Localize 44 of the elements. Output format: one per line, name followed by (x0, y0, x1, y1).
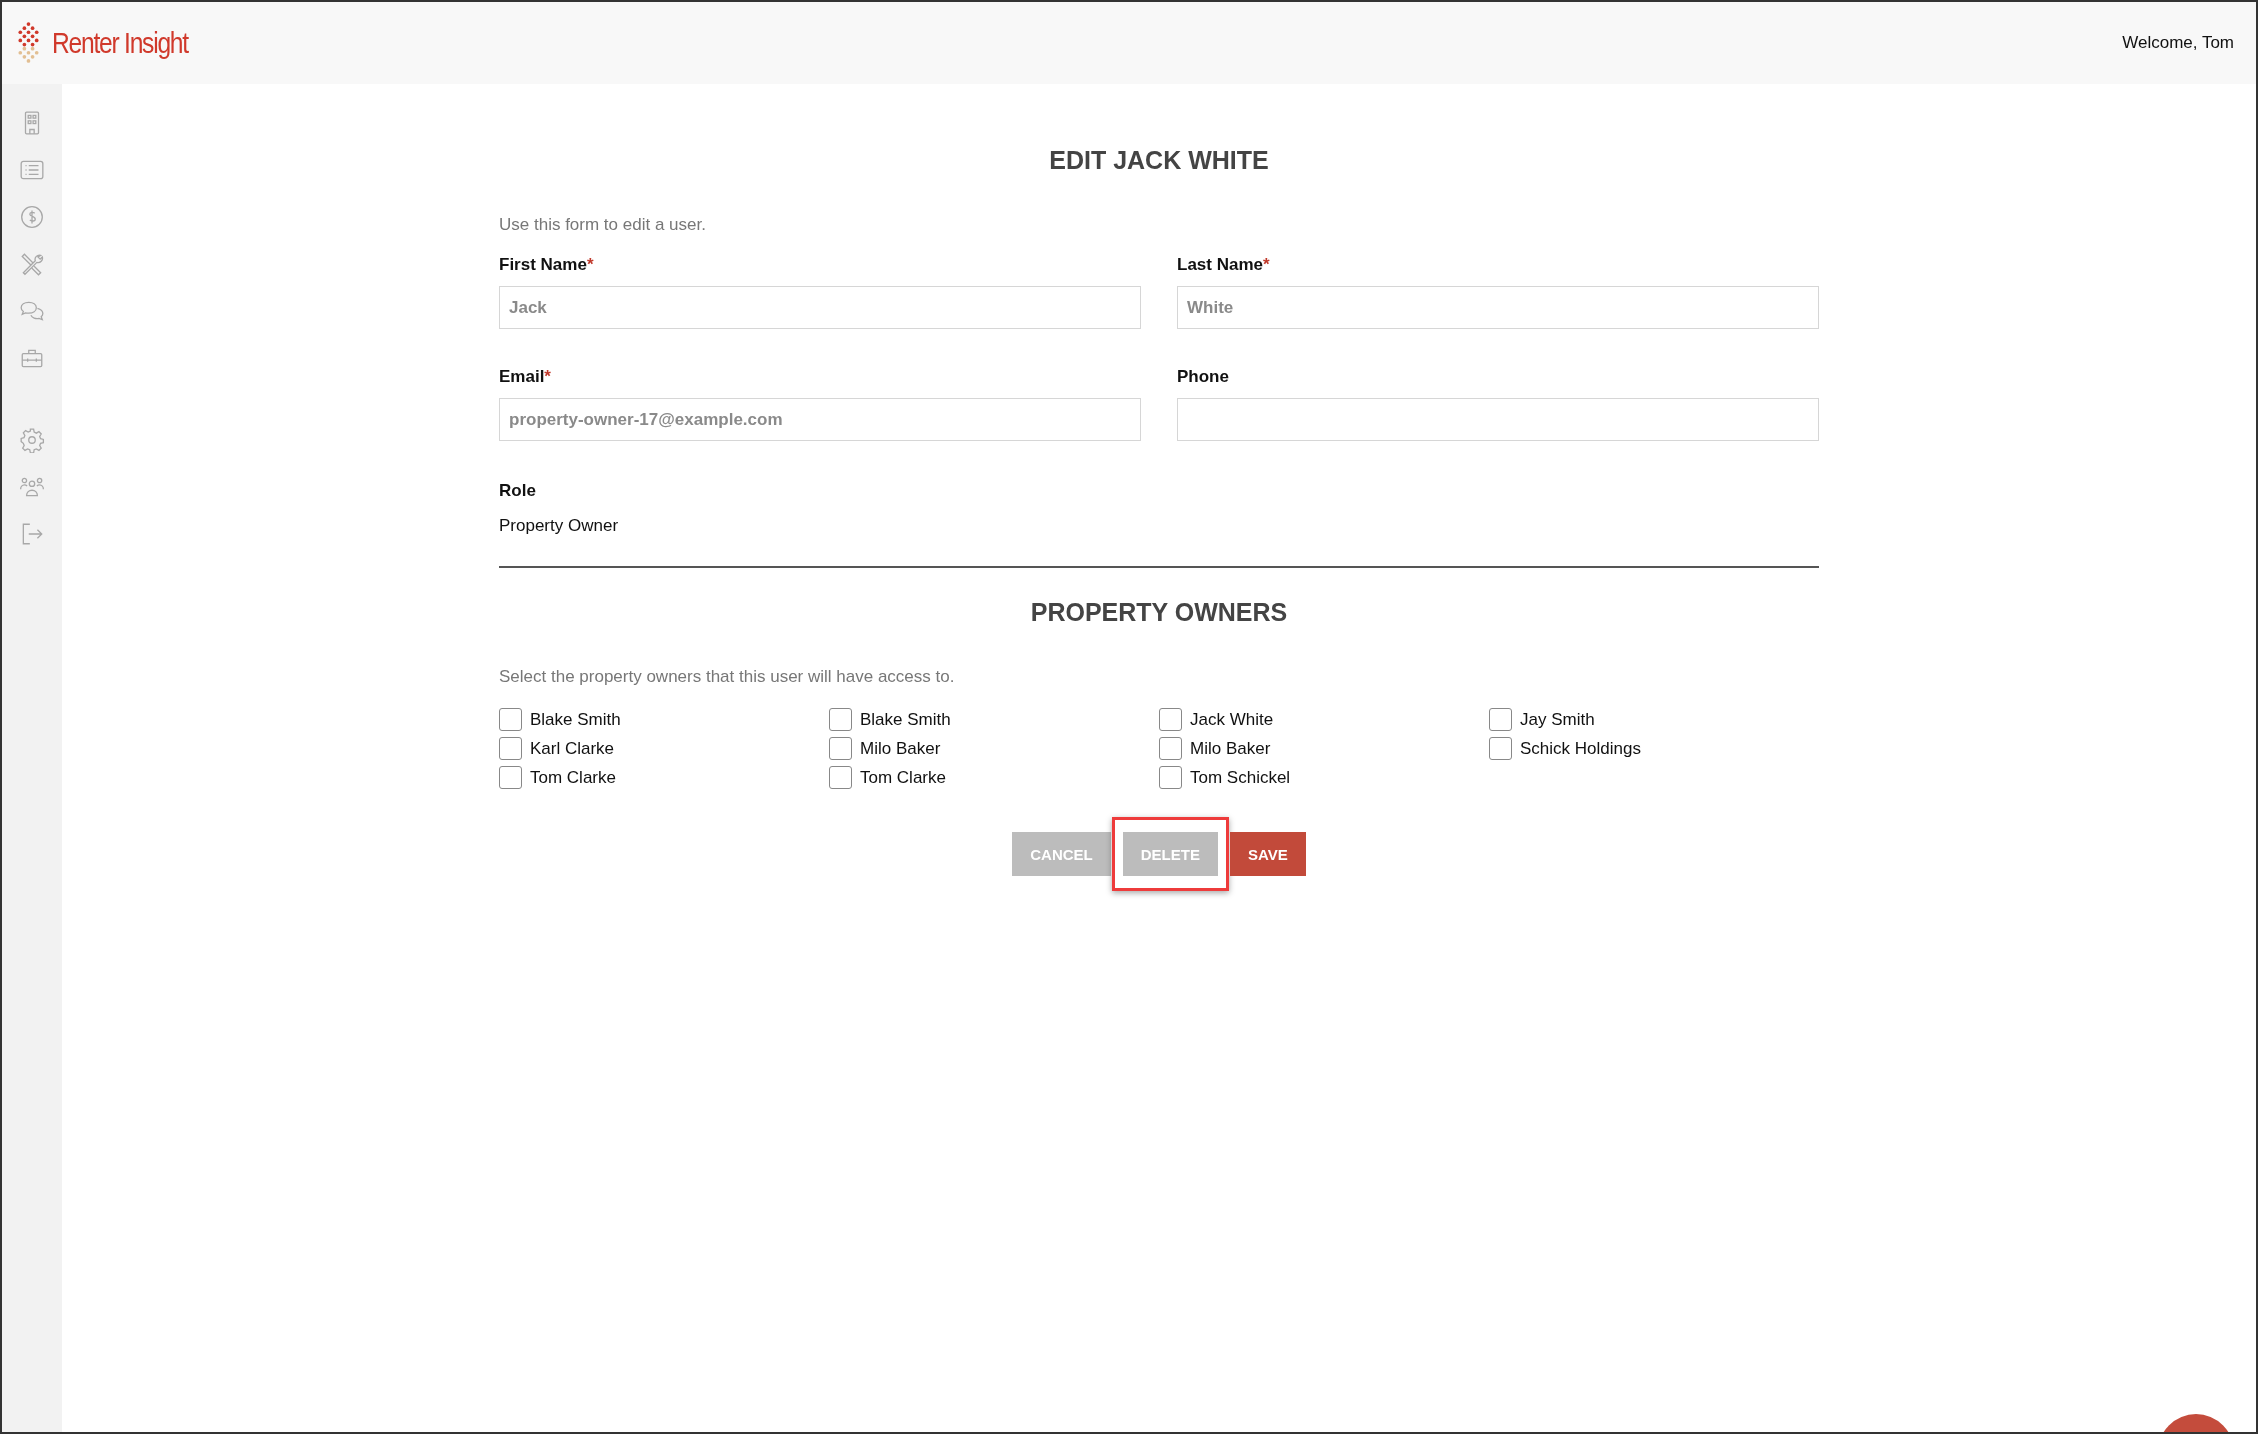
input-field[interactable]: property-owner-17@example.com (499, 398, 1141, 441)
checkbox-label: Jack White (1190, 709, 1274, 730)
field-label: Last Name* (1177, 255, 1271, 275)
field-label: Role (499, 481, 537, 501)
section-title: PROPERTY OWNERS (1029, 598, 1289, 627)
checkbox[interactable] (829, 737, 852, 760)
checkbox[interactable] (1159, 708, 1182, 731)
field-label: First Name* (499, 255, 595, 275)
page-title: EDIT JACK WHITE (1048, 146, 1270, 175)
welcome-text: Welcome, Tom (2122, 33, 2234, 53)
checkbox-label: Blake Smith (860, 709, 951, 730)
checkbox[interactable] (499, 708, 522, 731)
checkbox-label: Tom Clarke (530, 767, 616, 788)
checkbox[interactable] (499, 766, 522, 789)
checkbox-label: Milo Baker (1190, 738, 1271, 759)
tools-icon[interactable] (19, 251, 45, 277)
checkbox[interactable] (499, 737, 522, 760)
role-value: Property Owner (499, 516, 620, 536)
checkbox-label: Tom Schickel (1190, 767, 1291, 788)
secondary-button[interactable]: DELETE (1122, 832, 1218, 876)
checkbox[interactable] (1159, 737, 1182, 760)
secondary-button[interactable]: CANCEL (1012, 832, 1111, 876)
input-field[interactable] (1177, 398, 1819, 441)
checkbox-label: Schick Holdings (1520, 738, 1641, 759)
checkbox[interactable] (1489, 708, 1512, 731)
section-description: Select the property owners that this user will have access to. (499, 667, 956, 687)
checkbox-label: Tom Clarke (860, 767, 946, 788)
checkbox[interactable] (1159, 766, 1182, 789)
field-label: Phone (1177, 367, 1230, 387)
input-field[interactable]: Jack (499, 286, 1141, 329)
field-label: Email* (499, 367, 552, 387)
checkbox-label: Milo Baker (860, 738, 941, 759)
settings-icon[interactable] (19, 427, 45, 453)
input-field[interactable]: White (1177, 286, 1819, 329)
checkbox[interactable] (1489, 737, 1512, 760)
save-button[interactable]: SAVE (1229, 832, 1306, 876)
checkbox-label: Blake Smith (530, 709, 621, 730)
checkbox-label: Karl Clarke (530, 738, 615, 759)
checkbox-label: Jay Smith (1520, 709, 1595, 730)
dollar-icon[interactable] (19, 204, 45, 230)
checkbox[interactable] (829, 708, 852, 731)
logo-text[interactable]: Renter Insight (52, 26, 188, 60)
form-description: Use this form to edit a user. (499, 215, 707, 235)
checkbox[interactable] (829, 766, 852, 789)
